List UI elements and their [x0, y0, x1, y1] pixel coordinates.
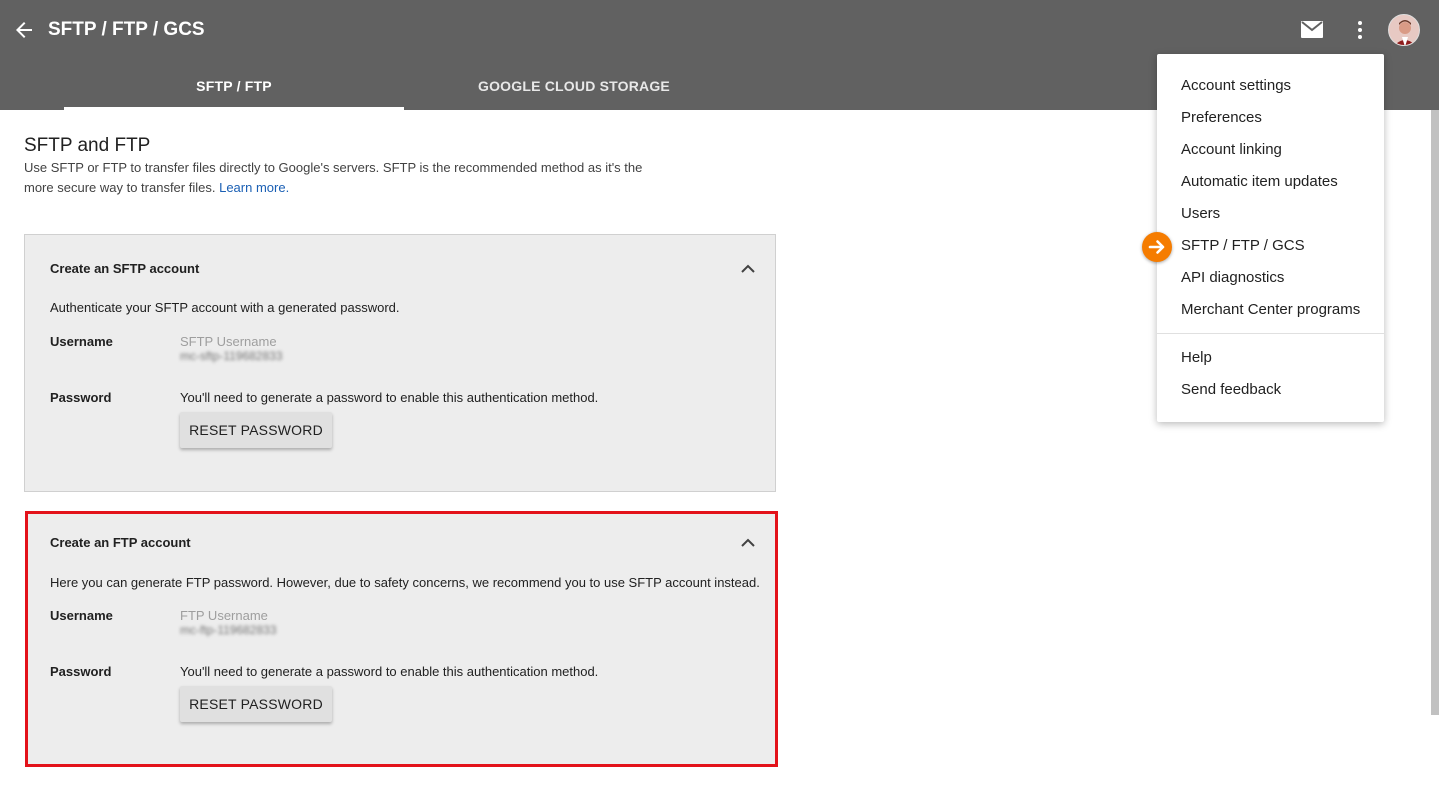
menu-item-users[interactable]: Users [1181, 204, 1220, 224]
vertical-scrollbar[interactable] [1431, 110, 1439, 715]
chevron-up-icon[interactable] [738, 533, 758, 553]
tab-google-cloud-storage[interactable]: GOOGLE CLOUD STORAGE [404, 60, 744, 110]
ftp-password-text: You'll need to generate a password to en… [180, 664, 599, 679]
settings-dropdown-menu: Account settings Preferences Account lin… [1157, 54, 1384, 422]
tab-sftp-ftp[interactable]: SFTP / FTP [64, 60, 404, 110]
menu-divider [1157, 333, 1384, 334]
sftp-reset-password-button[interactable]: RESET PASSWORD [180, 412, 332, 448]
avatar[interactable] [1388, 14, 1420, 46]
sftp-username-label: Username [50, 334, 113, 349]
back-arrow-icon[interactable] [12, 18, 36, 42]
sftp-password-text: You'll need to generate a password to en… [180, 390, 599, 405]
sftp-username-hint: SFTP Username [180, 334, 277, 349]
menu-item-merchant-center-programs[interactable]: Merchant Center programs [1181, 300, 1360, 320]
menu-item-preferences[interactable]: Preferences [1181, 108, 1262, 128]
sftp-account-card: Create an SFTP account Authenticate your… [24, 234, 776, 492]
ftp-account-card: Create an FTP account Here you can gener… [25, 511, 778, 767]
menu-item-account-settings[interactable]: Account settings [1181, 76, 1291, 96]
ftp-password-label: Password [50, 664, 112, 679]
page-header-title: SFTP / FTP / GCS [48, 19, 205, 40]
chevron-up-icon[interactable] [738, 259, 758, 279]
menu-item-api-diagnostics[interactable]: API diagnostics [1181, 268, 1284, 288]
menu-item-account-linking[interactable]: Account linking [1181, 140, 1282, 160]
ftp-card-description: Here you can generate FTP password. Howe… [50, 575, 760, 590]
learn-more-link[interactable]: Learn more. [219, 180, 289, 195]
ftp-reset-password-button[interactable]: RESET PASSWORD [180, 686, 332, 722]
ftp-username-label: Username [50, 608, 113, 623]
menu-item-sftp-ftp-gcs[interactable]: SFTP / FTP / GCS [1181, 236, 1305, 256]
menu-item-help[interactable]: Help [1181, 348, 1212, 368]
section-title: SFTP and FTP [24, 135, 151, 156]
section-description: Use SFTP or FTP to transfer files direct… [24, 158, 664, 198]
ftp-username-value: mc-ftp-119682833 [180, 623, 277, 637]
more-vert-icon[interactable] [1348, 18, 1372, 42]
sftp-card-title: Create an SFTP account [50, 261, 200, 276]
menu-item-send-feedback[interactable]: Send feedback [1181, 380, 1281, 400]
active-tab-indicator [64, 107, 404, 110]
sftp-password-label: Password [50, 390, 112, 405]
menu-item-automatic-item-updates[interactable]: Automatic item updates [1181, 172, 1338, 192]
ftp-username-hint: FTP Username [180, 608, 268, 623]
ftp-card-title: Create an FTP account [50, 535, 191, 550]
sftp-username-value: mc-sftp-119682833 [180, 349, 283, 363]
arrow-right-icon [1142, 232, 1172, 262]
mail-icon[interactable] [1300, 19, 1324, 41]
sftp-card-description: Authenticate your SFTP account with a ge… [50, 300, 400, 315]
description-text: Use SFTP or FTP to transfer files direct… [24, 160, 643, 195]
